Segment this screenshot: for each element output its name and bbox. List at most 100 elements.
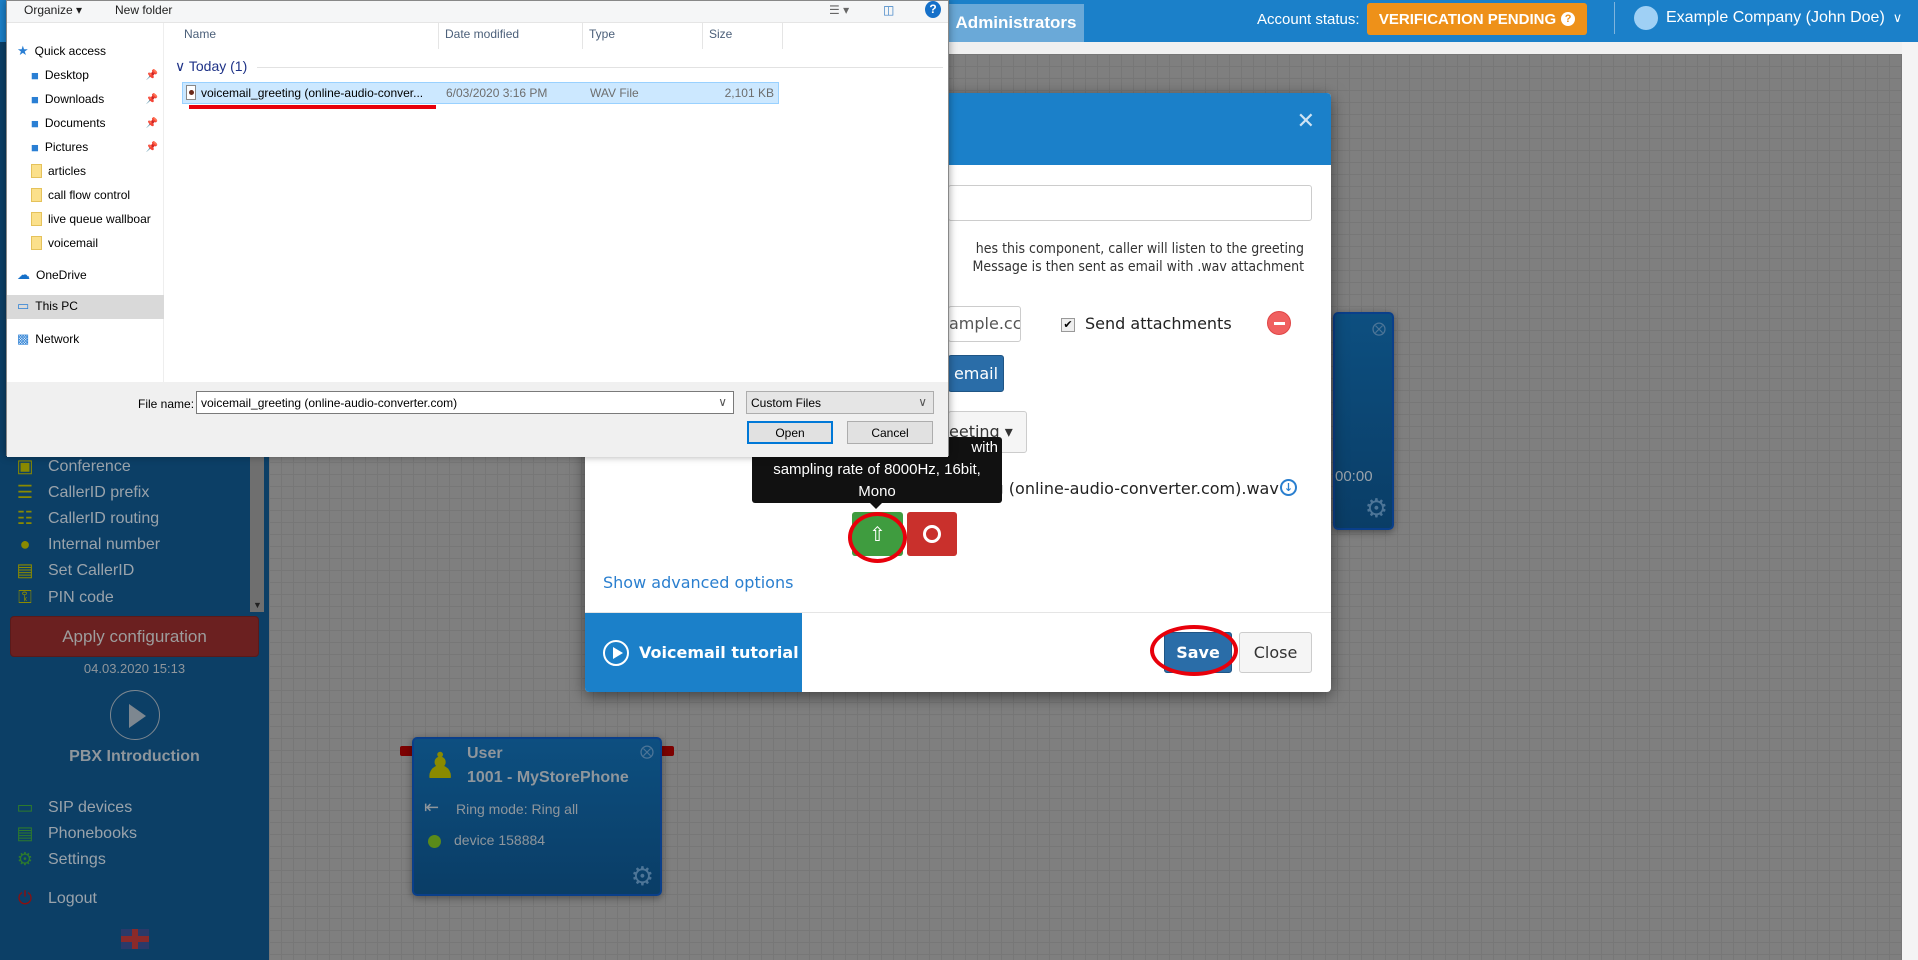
- nav-item-label: live queue wallboar: [48, 212, 151, 226]
- sidebar-item-pin-code[interactable]: ⚿ PIN code: [14, 587, 114, 608]
- ring-mode: Ring mode: Ring all: [456, 801, 579, 817]
- nav-item-label: Documents: [44, 116, 106, 130]
- user-icon: ♟: [424, 745, 457, 786]
- pbx-introduction-link[interactable]: PBX Introduction: [0, 748, 269, 766]
- file-type-select[interactable]: Custom Files ∨: [746, 391, 934, 414]
- verification-pending-button[interactable]: VERIFICATION PENDING?: [1367, 3, 1587, 35]
- send-attachments-checkbox[interactable]: ✔: [1061, 318, 1075, 332]
- close-icon[interactable]: ✕: [1297, 109, 1315, 134]
- apply-configuration-button[interactable]: Apply configuration: [10, 616, 259, 657]
- sidebar-item-conference[interactable]: ▣ Conference: [14, 456, 130, 477]
- preview-pane-icon[interactable]: ◫: [883, 3, 894, 17]
- gear-icon[interactable]: ⚙: [1365, 493, 1388, 524]
- chevron-down-icon: ∨: [1892, 10, 1903, 25]
- name-input[interactable]: [948, 185, 1312, 221]
- nav-item-live-queue-wallboar[interactable]: live queue wallboar: [31, 208, 178, 230]
- sidebar-item-sip-devices[interactable]: ▭ SIP devices: [14, 797, 132, 818]
- annotation-circle-upload: [848, 512, 907, 563]
- cancel-button[interactable]: Cancel: [847, 421, 933, 444]
- dialog-toolbar: Organize ▾ New folder ☰ ▾ ◫ ?: [7, 1, 948, 23]
- onedrive-icon: ☁: [17, 267, 30, 282]
- nav-item-label: OneDrive: [36, 268, 87, 282]
- account-status-label: Account status:: [1257, 11, 1360, 28]
- play-icon[interactable]: [110, 690, 160, 740]
- sidebar-item-set-callerid[interactable]: ▤ Set CallerID: [14, 560, 134, 581]
- nav-item-desktop[interactable]: ■ Desktop 📌: [31, 64, 178, 86]
- nav-item-pictures[interactable]: ■ Pictures 📌: [31, 136, 178, 158]
- folder-icon: [31, 164, 42, 178]
- nav-item-label: This PC: [35, 299, 78, 313]
- close-icon[interactable]: ⨂: [1372, 320, 1386, 337]
- file-date: 6/03/2020 3:16 PM: [446, 86, 548, 100]
- column-type[interactable]: Type: [589, 27, 615, 41]
- sidebar-item-phonebooks[interactable]: ▤ Phonebooks: [14, 823, 137, 844]
- sidebar-item-internal-number[interactable]: ● Internal number: [14, 534, 161, 555]
- nav-item-label: Quick access: [34, 44, 107, 58]
- sidebar-item-callerid-routing[interactable]: ☷ CallerID routing: [14, 508, 159, 529]
- list-icon: ☰: [16, 482, 34, 502]
- open-button[interactable]: Open: [747, 421, 833, 444]
- nav-item-downloads[interactable]: ■ Downloads 📌: [31, 88, 178, 110]
- power-icon: ⏻: [17, 888, 33, 908]
- nav-item-this-pc[interactable]: ▭ This PC: [17, 295, 164, 317]
- sidebar-item-callerid-prefix[interactable]: ☰ CallerID prefix: [14, 482, 149, 503]
- conference-icon: ▣: [16, 456, 34, 476]
- group-header-today[interactable]: ∨ Today (1): [175, 58, 247, 75]
- record-icon: [923, 525, 941, 543]
- add-email-button[interactable]: email: [948, 355, 1004, 392]
- show-advanced-options-link[interactable]: Show advanced options: [603, 573, 793, 592]
- record-button[interactable]: [907, 512, 957, 556]
- nav-item-quick-access[interactable]: ★ Quick access: [17, 40, 164, 62]
- tutorial-label: Voicemail tutorial: [639, 643, 799, 662]
- connector-right[interactable]: [660, 746, 674, 756]
- node-time: 00:00: [1335, 468, 1373, 485]
- nav-item-articles[interactable]: articles: [31, 160, 178, 182]
- download-icon[interactable]: ↓: [1280, 479, 1297, 496]
- play-icon: [603, 639, 629, 666]
- uk-flag-icon[interactable]: [121, 929, 149, 949]
- gear-icon[interactable]: ⚙: [631, 861, 654, 892]
- help-icon[interactable]: ?: [925, 1, 941, 18]
- tab-administrators[interactable]: Administrators: [948, 4, 1084, 42]
- book-icon: ▤: [16, 823, 34, 843]
- user-menu[interactable]: Example Company (John Doe) ∨: [1634, 6, 1902, 30]
- close-icon[interactable]: ⨂: [640, 743, 654, 760]
- file-type: WAV File: [590, 86, 639, 100]
- file-name: voicemail_greeting (online-audio-conver.…: [201, 86, 424, 100]
- nav-item-voicemail[interactable]: voicemail: [31, 232, 178, 254]
- page-scrollbar[interactable]: [1902, 42, 1918, 960]
- sidebar-item-label: Internal number: [48, 535, 161, 553]
- folder-icon: [31, 212, 42, 226]
- header-divider: [1614, 2, 1615, 34]
- view-options-icon[interactable]: ☰ ▾: [829, 3, 849, 17]
- close-button[interactable]: Close: [1239, 632, 1312, 673]
- remove-icon[interactable]: [1267, 311, 1291, 335]
- email-input[interactable]: ample.cc: [948, 306, 1021, 342]
- sidebar-item-label: Set CallerID: [48, 561, 135, 579]
- organize-menu[interactable]: Organize ▾: [24, 3, 82, 17]
- file-row[interactable]: voicemail_greeting (online-audio-conver.…: [182, 82, 779, 104]
- nav-item-call-flow-control[interactable]: call flow control: [31, 184, 178, 206]
- logout-link[interactable]: ⏻ Logout: [14, 888, 97, 909]
- nav-item-onedrive[interactable]: ☁ OneDrive: [17, 264, 164, 286]
- wav-file-icon: [186, 85, 196, 100]
- sidebar-item-label: Phonebooks: [48, 824, 137, 842]
- new-folder-button[interactable]: New folder: [115, 3, 172, 17]
- star-icon: ★: [17, 43, 29, 58]
- column-name[interactable]: Name: [184, 27, 216, 41]
- voicemail-tutorial-button[interactable]: Voicemail tutorial: [585, 613, 802, 692]
- column-size[interactable]: Size: [709, 27, 732, 41]
- nav-item-network[interactable]: ▩ Network: [17, 328, 164, 350]
- send-attachments-label: Send attachments: [1085, 314, 1232, 333]
- chevron-down-icon[interactable]: ∨: [718, 395, 727, 409]
- canvas-node-partial[interactable]: ⨂ 00:00 ⚙: [1333, 312, 1394, 530]
- user-node[interactable]: ♟ User 1001 - MyStorePhone ⨂ ⇤ Ring mode…: [412, 737, 662, 896]
- column-date-modified[interactable]: Date modified: [445, 27, 519, 41]
- file-name-value: voicemail_greeting (online-audio-convert…: [201, 396, 458, 410]
- nav-item-label: Downloads: [44, 92, 105, 106]
- sidebar-item-settings[interactable]: ⚙ Settings: [14, 849, 106, 870]
- tooltip-line: sampling rate of 8000Hz, 16bit,: [773, 461, 981, 478]
- node-title: 1001 - MyStorePhone: [467, 769, 629, 786]
- file-name-input[interactable]: voicemail_greeting (online-audio-convert…: [196, 391, 734, 414]
- nav-item-documents[interactable]: ■ Documents 📌: [31, 112, 178, 134]
